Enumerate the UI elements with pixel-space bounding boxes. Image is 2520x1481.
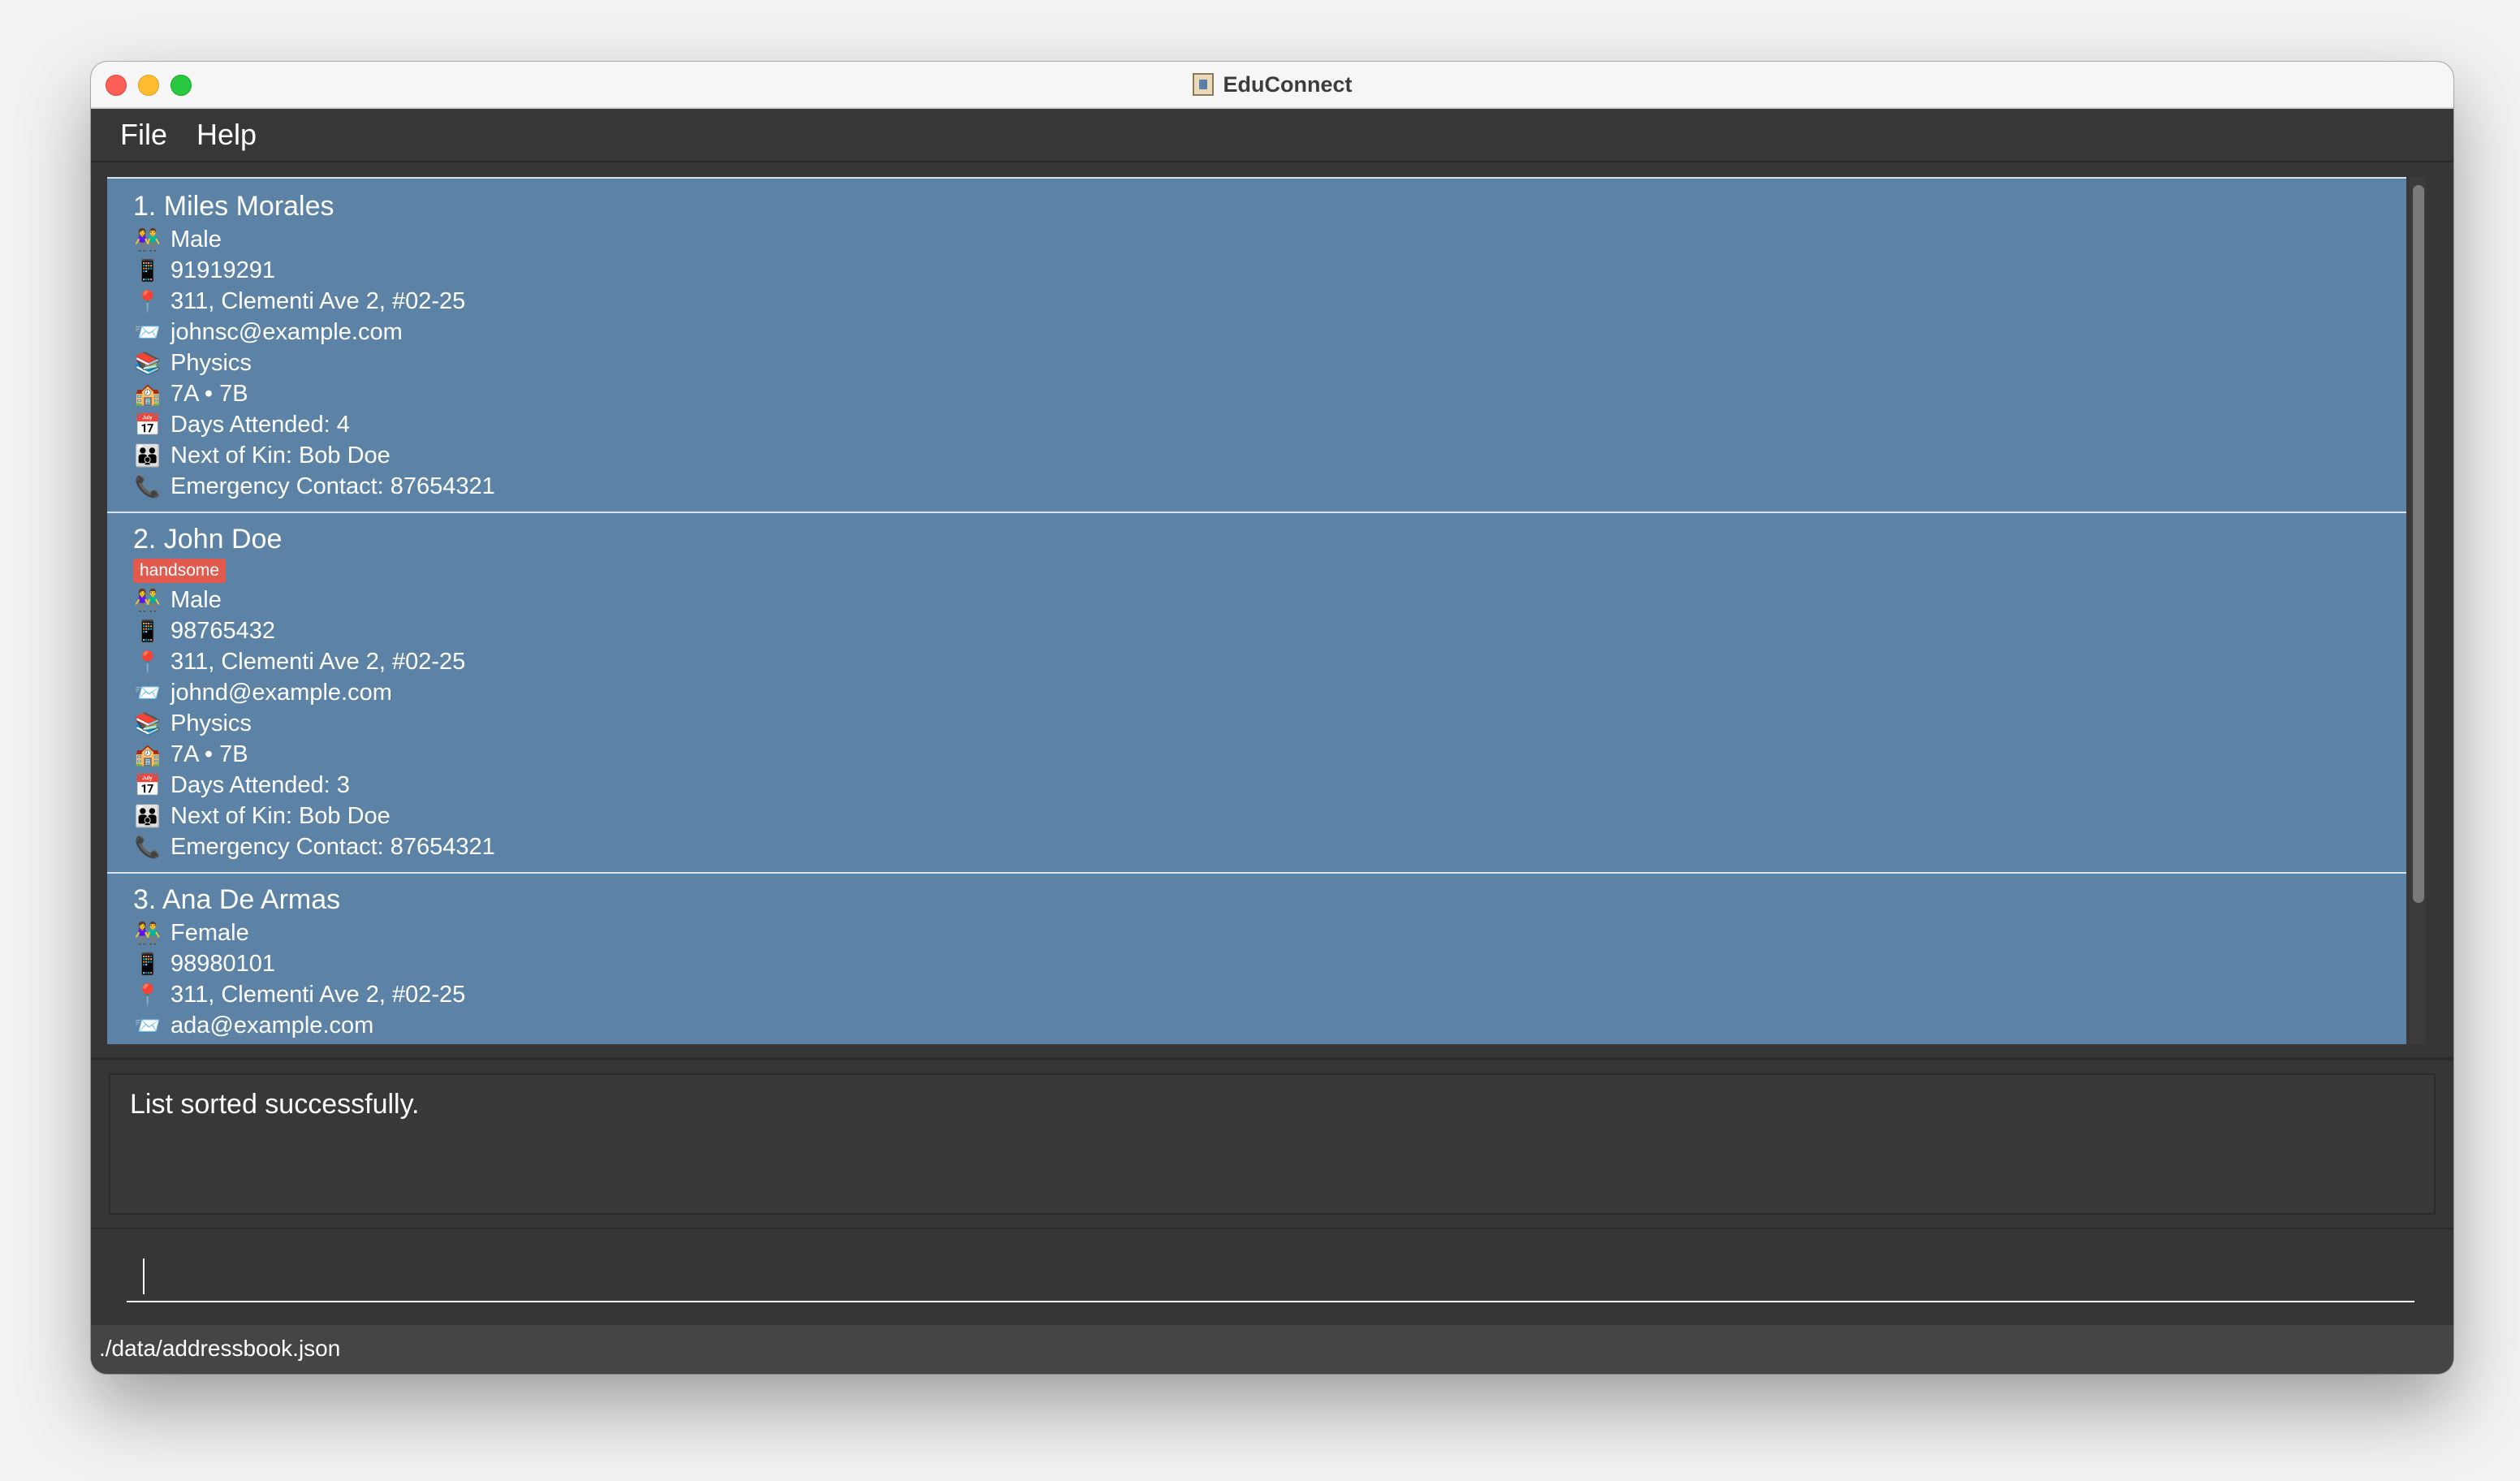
attendance-value: Days Attended: 3: [170, 772, 350, 798]
mobile-phone-icon: 📱: [134, 952, 162, 976]
envelope-icon: 📨: [134, 320, 162, 344]
telephone-icon: 📞: [134, 474, 162, 499]
gender-value: Male: [170, 227, 222, 253]
person-card-1[interactable]: 1. Miles Morales 👫 Male 📱 91919291 📍 311…: [107, 177, 2406, 512]
email-row: 📨 johnd@example.com: [133, 677, 392, 708]
emergency-contact-value: Emergency Contact: 87654321: [170, 834, 495, 860]
school-icon: 🏫: [134, 382, 162, 406]
family-icon: 👪: [134, 443, 162, 468]
calendar-icon: 📅: [134, 773, 162, 797]
next-of-kin-row: 👪 Next of Kin: Bob Doe: [133, 801, 391, 831]
email-value: johnd@example.com: [170, 680, 392, 706]
location-pin-icon: 📍: [134, 650, 162, 674]
subject-value: Physics: [170, 350, 252, 376]
person-list[interactable]: 1. Miles Morales 👫 Male 📱 91919291 📍 311…: [107, 177, 2426, 1044]
menu-bar: File Help: [91, 109, 2453, 162]
gender-row: 👫 Male: [133, 585, 222, 615]
scrollbar-thumb[interactable]: [2413, 185, 2424, 903]
books-icon: 📚: [134, 711, 162, 736]
address-value: 311, Clementi Ave 2, #02-25: [170, 649, 466, 675]
attendance-row: 📅 Days Attended: 4: [133, 409, 350, 440]
people-icon: 👫: [134, 227, 162, 252]
command-input[interactable]: [127, 1246, 2414, 1302]
subject-row: 📚 Physics: [133, 348, 252, 378]
person-card-2[interactable]: 2. John Doe handsome 👫 Male 📱 98765432 📍…: [107, 512, 2406, 872]
calendar-icon: 📅: [134, 412, 162, 437]
save-file-path: ./data/addressbook.json: [99, 1336, 341, 1361]
subject-row: 📚 Physics: [133, 708, 252, 739]
phone-row: 📱 98765432: [133, 615, 275, 646]
next-of-kin-value: Next of Kin: Bob Doe: [170, 803, 391, 829]
classes-value: 7A • 7B: [170, 741, 248, 767]
person-name: 2. John Doe: [133, 524, 283, 555]
result-display: List sorted successfully.: [109, 1073, 2436, 1215]
phone-value: 98980101: [170, 951, 276, 977]
email-value: ada@example.com: [170, 1013, 374, 1038]
subject-value: Physics: [170, 710, 252, 736]
address-row: 📍 311, Clementi Ave 2, #02-25: [133, 646, 465, 677]
next-of-kin-row: 👪 Next of Kin: Bob Doe: [133, 440, 391, 471]
phone-row: 📱 98980101: [133, 948, 275, 979]
app-window: EduConnect File Help 1. Miles Morales 👫 …: [91, 62, 2453, 1374]
attendance-row: 📅 Days Attended: 3: [133, 770, 350, 801]
gender-row: 👫 Male: [133, 224, 222, 255]
person-name: 1. Miles Morales: [133, 191, 334, 222]
gender-row: 👫 Female: [133, 918, 249, 948]
envelope-icon: 📨: [134, 1013, 162, 1038]
telephone-icon: 📞: [134, 835, 162, 859]
address-value: 311, Clementi Ave 2, #02-25: [170, 982, 466, 1008]
address-row: 📍 311, Clementi Ave 2, #02-25: [133, 979, 465, 1010]
classes-value: 7A • 7B: [170, 381, 248, 407]
books-icon: 📚: [134, 351, 162, 375]
menu-help[interactable]: Help: [196, 117, 257, 153]
people-icon: 👫: [134, 588, 162, 612]
people-icon: 👫: [134, 921, 162, 945]
result-message: List sorted successfully.: [130, 1089, 420, 1120]
envelope-icon: 📨: [134, 680, 162, 705]
phone-value: 98765432: [170, 618, 276, 644]
family-icon: 👪: [134, 804, 162, 828]
address-value: 311, Clementi Ave 2, #02-25: [170, 288, 466, 314]
gender-value: Male: [170, 587, 222, 613]
address-book-icon: [1192, 73, 1214, 96]
tag-badge: handsome: [133, 559, 227, 583]
mobile-phone-icon: 📱: [134, 619, 162, 643]
mobile-phone-icon: 📱: [134, 258, 162, 283]
location-pin-icon: 📍: [134, 289, 162, 313]
email-row: 📨 ada@example.com: [133, 1010, 373, 1041]
gender-value: Female: [170, 920, 249, 946]
list-scrollbar[interactable]: [2410, 177, 2426, 1044]
address-row: 📍 311, Clementi Ave 2, #02-25: [133, 286, 465, 317]
person-card-3[interactable]: 3. Ana De Armas 👫 Female 📱 98980101 📍 31…: [107, 872, 2406, 1044]
text-caret: [143, 1259, 145, 1294]
title-bar: EduConnect: [91, 62, 2453, 109]
attendance-value: Days Attended: 4: [170, 412, 350, 438]
email-value: johnsc@example.com: [170, 319, 403, 345]
email-row: 📨 johnsc@example.com: [133, 317, 403, 348]
window-title-group: EduConnect: [91, 62, 2453, 107]
phone-value: 91919291: [170, 257, 276, 283]
phone-row: 📱 91919291: [133, 255, 275, 286]
classes-row: 🏫 7A • 7B: [133, 739, 248, 770]
status-bar: ./data/addressbook.json: [91, 1325, 2453, 1374]
window-title: EduConnect: [1223, 71, 1353, 97]
person-name: 3. Ana De Armas: [133, 884, 341, 915]
school-icon: 🏫: [134, 742, 162, 766]
next-of-kin-value: Next of Kin: Bob Doe: [170, 443, 391, 468]
emergency-contact-value: Emergency Contact: 87654321: [170, 473, 495, 499]
menu-file[interactable]: File: [120, 117, 167, 153]
emergency-contact-row: 📞 Emergency Contact: 87654321: [133, 471, 495, 502]
emergency-contact-row: 📞 Emergency Contact: 87654321: [133, 831, 495, 862]
panel-divider[interactable]: [91, 1057, 2453, 1060]
location-pin-icon: 📍: [134, 982, 162, 1007]
command-box: [91, 1228, 2453, 1319]
classes-row: 🏫 7A • 7B: [133, 378, 248, 409]
